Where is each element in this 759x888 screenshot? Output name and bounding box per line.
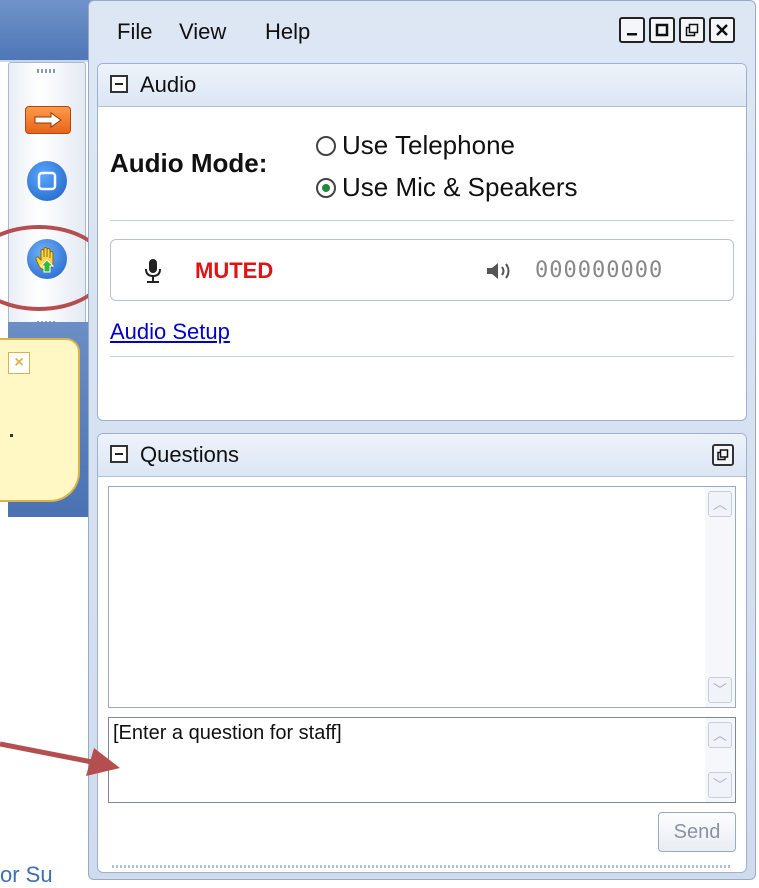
note-text-fragment [10, 434, 13, 437]
questions-section: Questions ︿ ﹀ [Enter a question for staf… [97, 433, 747, 873]
maximize-icon [655, 23, 669, 37]
close-icon [716, 24, 728, 36]
restore-icon [685, 23, 699, 37]
scroll-up-icon[interactable]: ︿ [708, 491, 732, 517]
stop-sharing-button[interactable] [27, 161, 67, 201]
use-telephone-option[interactable]: Use Telephone [316, 130, 515, 161]
send-button[interactable]: Send [658, 812, 736, 852]
questions-section-header[interactable]: Questions [98, 434, 746, 477]
muted-status: MUTED [195, 258, 274, 283]
menu-view[interactable]: View [179, 19, 226, 45]
close-button[interactable] [709, 17, 735, 43]
toolbar-grip-icon[interactable] [37, 69, 57, 73]
maximize-button[interactable] [649, 17, 675, 43]
audio-bottom-divider [110, 356, 734, 357]
audio-section-title: Audio [140, 72, 197, 97]
microphone-icon[interactable] [143, 258, 163, 284]
minimize-icon [627, 33, 637, 36]
questions-log[interactable]: ︿ ﹀ [108, 486, 736, 708]
use-mic-speakers-option[interactable]: Use Mic & Speakers [316, 172, 578, 203]
question-input-text: [Enter a question for staff] [113, 722, 342, 744]
audio-divider [110, 220, 734, 221]
menu-file[interactable]: File [117, 19, 152, 45]
question-input[interactable]: [Enter a question for staff] ︿ ﹀ [108, 717, 736, 803]
input-scroll-down-icon[interactable]: ﹀ [708, 772, 732, 798]
popout-icon [717, 449, 729, 461]
audio-level-meter: 000000000 [535, 258, 664, 283]
background-window-header [0, 0, 96, 60]
sticky-note-callout: × [0, 338, 80, 502]
speaker-icon [487, 263, 510, 279]
close-note-icon[interactable]: × [8, 352, 30, 374]
resize-grip[interactable] [112, 865, 732, 868]
stop-square-icon [37, 171, 57, 191]
background-link-fragment: or Su [0, 862, 53, 887]
annotation-arrow-icon [0, 741, 120, 776]
input-scroll-up-icon[interactable]: ︿ [708, 722, 732, 748]
arrow-right-icon [34, 112, 62, 128]
scroll-down-icon[interactable]: ﹀ [708, 677, 732, 703]
popout-window-button[interactable] [679, 17, 705, 43]
menu-bar: File View Help [89, 1, 755, 63]
use-telephone-label: Use Telephone [342, 130, 515, 160]
menu-help[interactable]: Help [265, 19, 310, 45]
audio-mode-label: Audio Mode: [110, 148, 268, 178]
expand-panel-button[interactable] [25, 106, 71, 134]
audio-section-header[interactable]: Audio [98, 64, 746, 107]
gotowebinar-control-panel: File View Help Audio Audio Mode: Use Tel… [88, 0, 756, 880]
collapse-audio-icon[interactable] [110, 75, 128, 93]
questions-log-scrollbar[interactable]: ︿ ﹀ [705, 487, 735, 707]
minimize-button[interactable] [619, 17, 645, 43]
collapse-questions-icon[interactable] [110, 445, 128, 463]
radio-telephone[interactable] [316, 135, 336, 156]
popout-questions-button[interactable] [712, 444, 734, 466]
audio-setup-link[interactable]: Audio Setup [110, 319, 230, 345]
audio-section: Audio Audio Mode: Use Telephone Use Mic … [97, 63, 747, 421]
audio-status-bar: MUTED 000000000 [110, 239, 734, 301]
use-mic-speakers-label: Use Mic & Speakers [342, 172, 578, 202]
radio-mic-speakers[interactable] [316, 177, 336, 198]
questions-section-title: Questions [140, 442, 240, 467]
question-input-scrollbar[interactable]: ︿ ﹀ [705, 718, 735, 802]
